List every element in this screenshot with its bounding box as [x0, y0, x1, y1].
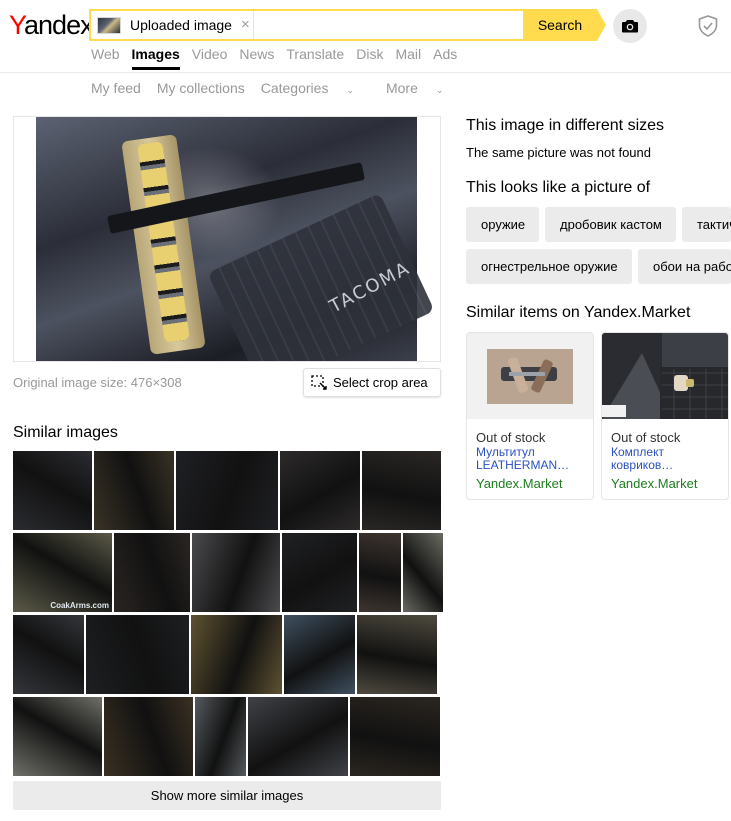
uploaded-image-chip[interactable]: Uploaded image × — [97, 15, 250, 35]
floor-mats-image — [602, 333, 728, 419]
market-item-stock: Out of stock — [476, 430, 546, 445]
similar-image-thumbnail[interactable] — [191, 615, 282, 694]
logo-first-letter: Y — [9, 10, 25, 40]
market-item-card[interactable]: Out of stock Комплект ковриков… Yandex.M… — [601, 332, 729, 500]
similar-image-thumbnail[interactable] — [94, 451, 174, 530]
sub-nav: My feed My collections Categories ⌄ More ⌄ — [91, 80, 475, 96]
tag-chip[interactable]: оружие — [466, 207, 539, 242]
market-item-card[interactable]: Out of stock Мультитул LEATHERMAN… Yande… — [466, 332, 594, 500]
uploaded-image: TACOMA — [36, 117, 435, 361]
similar-image-thumbnail[interactable] — [86, 615, 189, 694]
header-divider — [0, 72, 731, 73]
similar-images-title: Similar images — [13, 424, 118, 441]
camera-search-button[interactable] — [613, 9, 647, 43]
market-item-name-line: Мультитул — [476, 446, 535, 459]
select-crop-area-label: Select crop area — [333, 375, 428, 390]
similar-image-thumbnail[interactable] — [362, 451, 441, 530]
show-more-similar-button[interactable]: Show more similar images — [13, 781, 441, 810]
close-icon[interactable]: × — [241, 17, 250, 32]
crop-icon — [311, 375, 327, 390]
similar-image-thumbnail[interactable] — [359, 533, 401, 612]
market-item-name-line: Комплект — [611, 446, 664, 459]
market-item-stock: Out of stock — [611, 430, 681, 445]
different-sizes-title: This image in different sizes — [466, 117, 665, 134]
tab-video[interactable]: Video — [192, 46, 228, 70]
tab-news[interactable]: News — [239, 46, 274, 70]
similar-image-thumbnail[interactable]: CoakArms.com — [13, 533, 112, 612]
search-button[interactable]: Search — [523, 9, 606, 41]
tag-chip[interactable]: дробовик кастом — [545, 207, 676, 242]
looks-like-title: This looks like a picture of — [466, 179, 651, 196]
similar-image-thumbnail[interactable] — [114, 533, 190, 612]
market-item-name-line: ковриков… — [611, 459, 674, 472]
uploaded-image-thumbnail — [97, 16, 121, 34]
logo-rest: andex — [24, 10, 94, 40]
more-dropdown[interactable]: More ⌄ — [386, 80, 459, 96]
thumbnail-watermark: CoakArms.com — [50, 601, 109, 610]
market-item-image — [602, 333, 728, 419]
similar-image-thumbnail[interactable] — [280, 451, 360, 530]
similar-image-thumbnail[interactable] — [195, 697, 246, 776]
different-sizes-text: The same picture was not found — [466, 145, 651, 160]
categories-dropdown[interactable]: Categories ⌄ — [261, 80, 370, 96]
my-feed-link[interactable]: My feed — [91, 80, 141, 96]
more-label: More — [385, 80, 418, 96]
similar-images-row — [13, 451, 441, 530]
nav-tabs: Web Images Video News Translate Disk Mai… — [91, 46, 469, 70]
similar-images-row — [13, 615, 441, 694]
similar-image-thumbnail[interactable] — [192, 533, 280, 612]
my-collections-link[interactable]: My collections — [157, 80, 245, 96]
tab-disk[interactable]: Disk — [356, 46, 383, 70]
similar-image-thumbnail[interactable] — [104, 697, 193, 776]
similar-image-thumbnail[interactable] — [176, 451, 278, 530]
yandex-logo[interactable]: Yandex — [9, 8, 94, 42]
tab-ads[interactable]: Ads — [433, 46, 457, 70]
chevron-down-icon: ⌄ — [435, 85, 444, 95]
tag-chip[interactable]: тактическое — [682, 207, 731, 242]
market-item-name[interactable]: Мультитул LEATHERMAN… — [476, 446, 586, 472]
search-input[interactable]: Uploaded image × — [89, 9, 523, 41]
similar-image-thumbnail[interactable] — [403, 533, 443, 612]
search-bar: Uploaded image × Search — [89, 9, 606, 41]
market-title: Similar items on Yandex.Market — [466, 304, 691, 321]
market-item-shop[interactable]: Yandex.Market — [611, 476, 697, 491]
similar-image-thumbnail[interactable] — [357, 615, 437, 694]
select-crop-area-button[interactable]: Select crop area — [303, 368, 441, 397]
similar-image-thumbnail[interactable] — [248, 697, 348, 776]
similar-image-thumbnail[interactable] — [284, 615, 355, 694]
uploaded-image-label: Uploaded image — [130, 17, 232, 33]
multitool-image — [467, 333, 593, 419]
uploaded-image-preview: TACOMA — [13, 116, 441, 362]
chip-divider — [253, 11, 254, 39]
tag-chip[interactable]: обои на рабочий стол — [638, 249, 731, 284]
tab-translate[interactable]: Translate — [286, 46, 344, 70]
similar-image-thumbnail[interactable] — [13, 451, 92, 530]
similar-image-thumbnail[interactable] — [13, 697, 102, 776]
similar-image-thumbnail[interactable] — [282, 533, 357, 612]
similar-image-thumbnail[interactable] — [13, 615, 84, 694]
similar-images-row — [13, 697, 441, 776]
market-item-name-line: LEATHERMAN… — [476, 459, 570, 472]
camera-icon — [622, 20, 638, 33]
tab-mail[interactable]: Mail — [395, 46, 421, 70]
market-item-image — [467, 333, 593, 419]
tab-images[interactable]: Images — [131, 46, 181, 70]
original-image-size: Original image size: 476×308 — [13, 375, 182, 390]
shield-icon[interactable] — [698, 15, 718, 37]
market-item-shop[interactable]: Yandex.Market — [476, 476, 562, 491]
similar-images-row: CoakArms.com — [13, 533, 443, 612]
tag-chip[interactable]: огнестрельное оружие — [466, 249, 632, 284]
categories-label: Categories — [260, 80, 329, 96]
similar-image-thumbnail[interactable] — [350, 697, 440, 776]
market-item-name[interactable]: Комплект ковриков… — [611, 446, 721, 472]
chevron-down-icon: ⌄ — [346, 85, 354, 95]
tab-web[interactable]: Web — [91, 46, 120, 70]
